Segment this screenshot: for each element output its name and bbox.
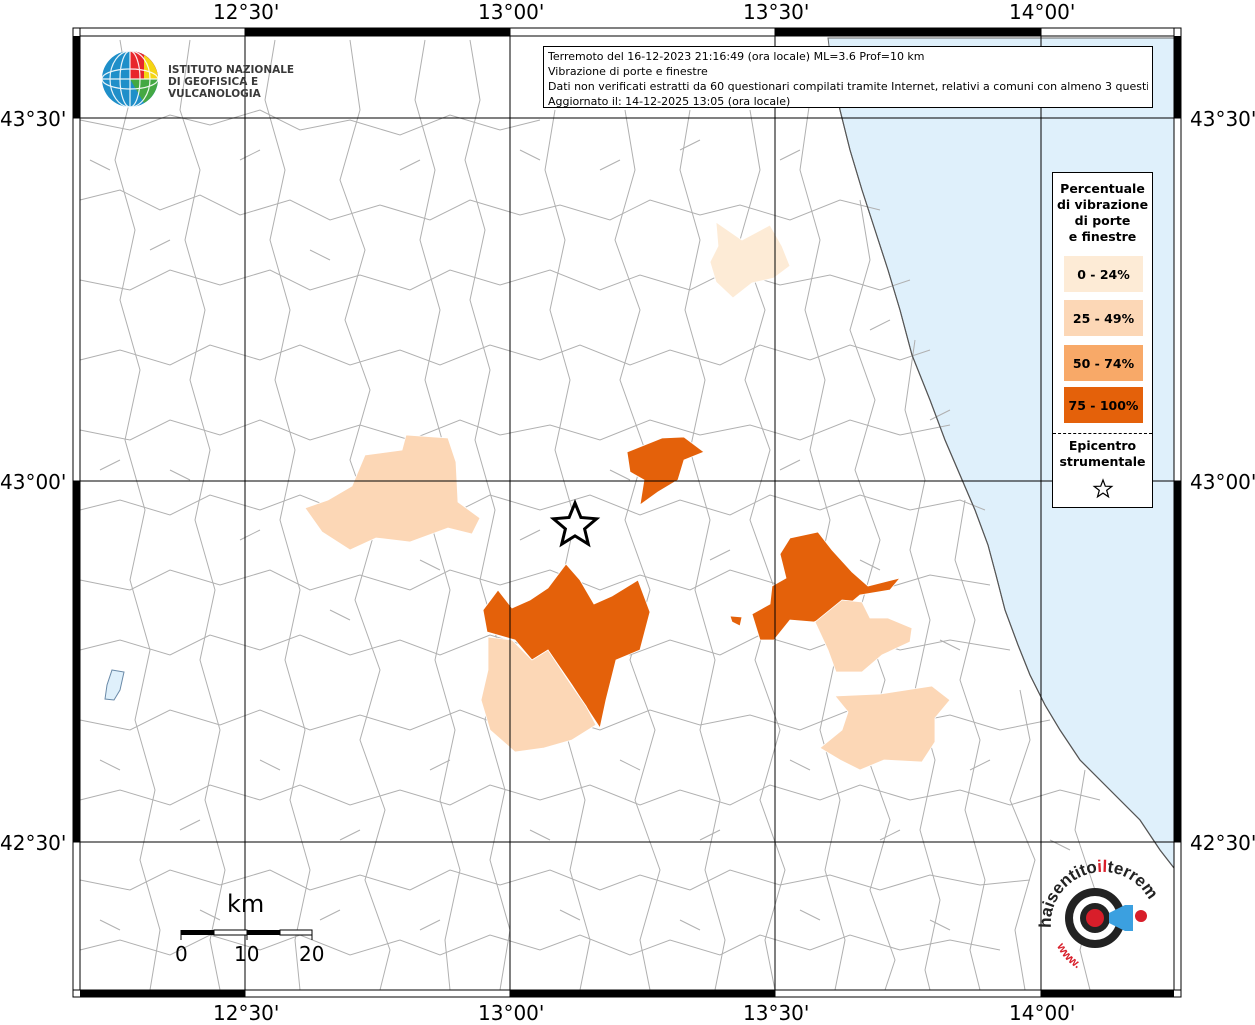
ingv-logo: ISTITUTO NAZIONALE DI GEOFISICA E VULCAN… xyxy=(100,48,315,110)
legend-class-4: 75 - 100% xyxy=(1064,387,1143,423)
legend-class-3: 50 - 74% xyxy=(1064,345,1143,381)
legend-title: Percentuale di vibrazione di porte e fin… xyxy=(1053,181,1152,245)
legend-star-icon xyxy=(1092,478,1114,499)
svg-text:www.: www. xyxy=(1054,940,1084,972)
lon-label-bottom-2: 13°00' xyxy=(478,1001,545,1025)
lat-label-left-2: 43°00' xyxy=(0,470,67,494)
legend-class-2: 25 - 49% xyxy=(1064,300,1143,336)
event-info-line1: Terremoto del 16-12-2023 21:16:49 (ora l… xyxy=(548,50,925,63)
legend-title-line2: di vibrazione xyxy=(1056,197,1149,212)
event-info-line2: Vibrazione di porte e finestre xyxy=(548,65,708,78)
legend: Percentuale di vibrazione di porte e fin… xyxy=(1052,172,1153,508)
lat-label-left-1: 43°30' xyxy=(0,107,67,131)
legend-title-line3: di porte xyxy=(1074,213,1131,228)
lat-label-right-2: 43°00' xyxy=(1190,470,1255,494)
event-info-line4: Aggiornato il: 14-12-2025 13:05 (ora loc… xyxy=(548,95,791,108)
legend-epicenter-line2: strumentale xyxy=(1059,454,1146,469)
scale-label-10: 10 xyxy=(234,942,260,966)
scale-label-20: 20 xyxy=(299,942,325,966)
legend-epicenter-line1: Epicentro xyxy=(1068,438,1137,453)
legend-epicenter-title: Epicentro strumentale xyxy=(1053,438,1152,470)
legend-title-line4: e finestre xyxy=(1068,229,1137,244)
lon-label-top-1: 12°30' xyxy=(213,0,280,24)
scale-bar: km 0 10 20 xyxy=(170,890,330,970)
lat-label-left-3: 42°30' xyxy=(0,831,67,855)
lon-label-bottom-4: 14°00' xyxy=(1009,1001,1076,1025)
ingv-logo-line2: DI GEOFISICA E VULCANOLOGIA xyxy=(168,76,261,100)
ingv-globe-icon xyxy=(101,50,159,108)
legend-title-line1: Percentuale xyxy=(1060,181,1145,196)
scale-unit: km xyxy=(227,890,265,918)
lat-label-right-3: 42°30' xyxy=(1190,831,1255,855)
lon-label-top-3: 13°30' xyxy=(743,0,810,24)
event-info-line3: Dati non verificati estratti da 60 quest… xyxy=(548,80,1148,93)
scale-label-0: 0 xyxy=(175,942,188,966)
lat-label-right-1: 43°30' xyxy=(1190,107,1255,131)
legend-divider xyxy=(1053,433,1152,434)
lon-label-bottom-3: 13°30' xyxy=(743,1001,810,1025)
lon-label-top-2: 13°00' xyxy=(478,0,545,24)
haisentitoilterremoto-logo: haisentitoilterremoto.it www. xyxy=(1037,858,1162,972)
legend-class-1: 0 - 24% xyxy=(1064,256,1143,292)
event-info-box: Terremoto del 16-12-2023 21:16:49 (ora l… xyxy=(543,46,1153,108)
lon-label-top-4: 14°00' xyxy=(1009,0,1076,24)
ingv-logo-line1: ISTITUTO NAZIONALE xyxy=(168,64,295,76)
lon-label-bottom-1: 12°30' xyxy=(213,1001,280,1025)
